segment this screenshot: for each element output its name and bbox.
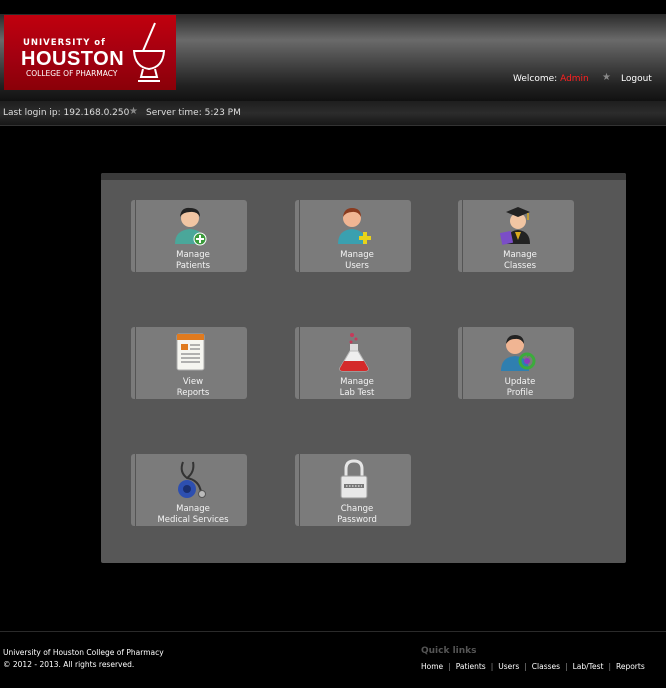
star-separator-icon: ★: [129, 106, 138, 117]
university-logo[interactable]: UNIVERSITY of HOUSTON COLLEGE OF PHARMAC…: [4, 15, 176, 90]
quick-link-lab-test[interactable]: Lab/Test: [573, 662, 604, 671]
welcome-text: Welcome: Admin: [513, 74, 589, 84]
quick-links: Home | Patients | Users | Classes | Lab/Test | Rep…: [421, 662, 645, 671]
dashboard-panel: Manage Patients Manage Users Manage Classes: [101, 173, 626, 563]
quick-link-patients[interactable]: Patients: [456, 662, 486, 671]
report-icon: [176, 333, 205, 371]
star-separator-icon: ★: [602, 72, 611, 83]
patient-icon: [175, 207, 207, 246]
tile-view-reports[interactable]: View Reports: [131, 327, 247, 399]
tile-manage-users[interactable]: Manage Users: [295, 200, 411, 272]
last-login-ip: Last login ip: 192.168.0.250: [3, 108, 130, 118]
footer-copyright: © 2012 - 2013. All rights reserved.: [3, 660, 135, 669]
tile-manage-lab-test[interactable]: Manage Lab Test: [295, 327, 411, 399]
tile-manage-patients[interactable]: Manage Patients: [131, 200, 247, 272]
tile-label: Manage Users: [340, 250, 374, 271]
flask-icon: [339, 333, 369, 372]
tile-label: Change Password: [337, 504, 377, 525]
quick-link-reports[interactable]: Reports: [616, 662, 645, 671]
panel-top-bar: [101, 173, 626, 180]
tile-label: Update Profile: [504, 377, 536, 398]
logo-line-houston: HOUSTON: [21, 48, 125, 70]
stethoscope-icon: [178, 461, 206, 498]
header: UNIVERSITY of HOUSTON COLLEGE OF PHARMAC…: [0, 0, 666, 101]
mortar-pestle-icon: [132, 22, 166, 82]
logout-link[interactable]: Logout: [621, 74, 652, 84]
server-time: Server time: 5:23 PM: [146, 108, 241, 118]
tile-label: Manage Classes: [503, 250, 537, 271]
tile-label: Manage Lab Test: [339, 377, 375, 398]
logo-line-college: COLLEGE OF PHARMACY: [26, 69, 118, 78]
footer-org: University of Houston College of Pharmac…: [3, 648, 164, 657]
tile-manage-classes[interactable]: Manage Classes: [458, 200, 574, 272]
link-separator: |: [524, 662, 527, 671]
link-separator: |: [448, 662, 451, 671]
quick-link-classes[interactable]: Classes: [532, 662, 560, 671]
tile-update-profile[interactable]: Update Profile: [458, 327, 574, 399]
padlock-icon: [340, 459, 368, 499]
quick-link-users[interactable]: Users: [498, 662, 519, 671]
tile-manage-medical-services[interactable]: Manage Medical Services: [131, 454, 247, 526]
tile-change-password[interactable]: Change Password: [295, 454, 411, 526]
welcome-label: Welcome:: [513, 74, 558, 84]
user-add-icon: [338, 208, 371, 244]
info-bar: Last login ip: 192.168.0.250 ★ Server ti…: [0, 101, 666, 126]
link-separator: |: [490, 662, 494, 671]
header-top-strip: [0, 0, 666, 14]
tile-label: View Reports: [176, 377, 210, 398]
link-separator: |: [565, 662, 568, 671]
graduate-icon: [499, 207, 530, 245]
tile-label: Manage Patients: [175, 250, 211, 271]
logo-line-university: UNIVERSITY of: [23, 38, 106, 48]
link-separator: |: [608, 662, 611, 671]
quick-links-title: Quick links: [421, 646, 477, 656]
quick-link-home[interactable]: Home: [421, 662, 443, 671]
profile-update-icon: [501, 335, 536, 371]
footer-divider: [0, 631, 666, 632]
user-name[interactable]: Admin: [560, 74, 589, 84]
tile-label: Manage Medical Services: [157, 504, 229, 525]
